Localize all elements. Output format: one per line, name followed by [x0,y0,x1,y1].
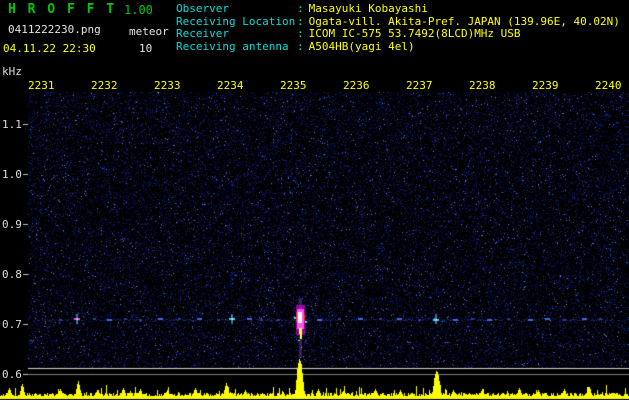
y-tick-label: 1.1 [2,118,22,131]
station-info: Observer: Masayuki Kobayashi Receiving Lo… [176,2,620,54]
x-tick-label: 2238 [469,79,496,92]
info-value: ICOM IC-575 53.7492(8LCD)MHz USB [308,27,521,40]
x-tick-label: 2239 [532,79,559,92]
y-axis-unit-label: kHz [2,65,22,78]
x-tick-label: 2234 [217,79,244,92]
y-tick-label: 0.8 [2,268,22,281]
info-colon: : [297,2,304,15]
mode-label: meteor [129,25,169,38]
y-tick-label: 1.0 [2,168,22,181]
y-tick-label: 0.9 [2,218,22,231]
info-row-antenna: Receiving antenna: A504HB(yagi 4el) [176,39,620,54]
info-row-observer: Observer: Masayuki Kobayashi [176,2,620,16]
x-tick-label: 2237 [406,79,433,92]
x-tick-label: 2232 [91,79,118,92]
y-tick-label: 0.6 [2,368,22,381]
hrofft-output-window: H R O F F T 1.00 0411222230.png meteor 0… [0,0,629,400]
x-tick-label: 2236 [343,79,370,92]
info-colon: : [297,39,304,53]
x-tick-label: 2235 [280,79,307,92]
x-tick-label: 2231 [28,79,55,92]
info-label: Receiver [176,27,229,40]
info-value: Masayuki Kobayashi [308,2,428,15]
info-label: Receiving antenna [176,39,289,53]
output-filename: 0411222230.png [8,23,101,36]
meteor-count: 10 [139,42,153,55]
app-title: H R O F F T [8,2,117,17]
spectrogram-canvas [0,0,629,400]
app-version: 1.00 [124,3,153,17]
timestamp: 04.11.22 22:30 [3,42,96,55]
y-tick-label: 0.7 [2,318,22,331]
x-tick-label: 2240 [595,79,622,92]
info-colon: : [297,27,304,40]
x-tick-label: 2233 [154,79,181,92]
info-label: Observer [176,2,229,15]
info-row-receiver: Receiver: ICOM IC-575 53.7492(8LCD)MHz US… [176,27,620,41]
info-value: A504HB(yagi 4el) [308,39,415,53]
